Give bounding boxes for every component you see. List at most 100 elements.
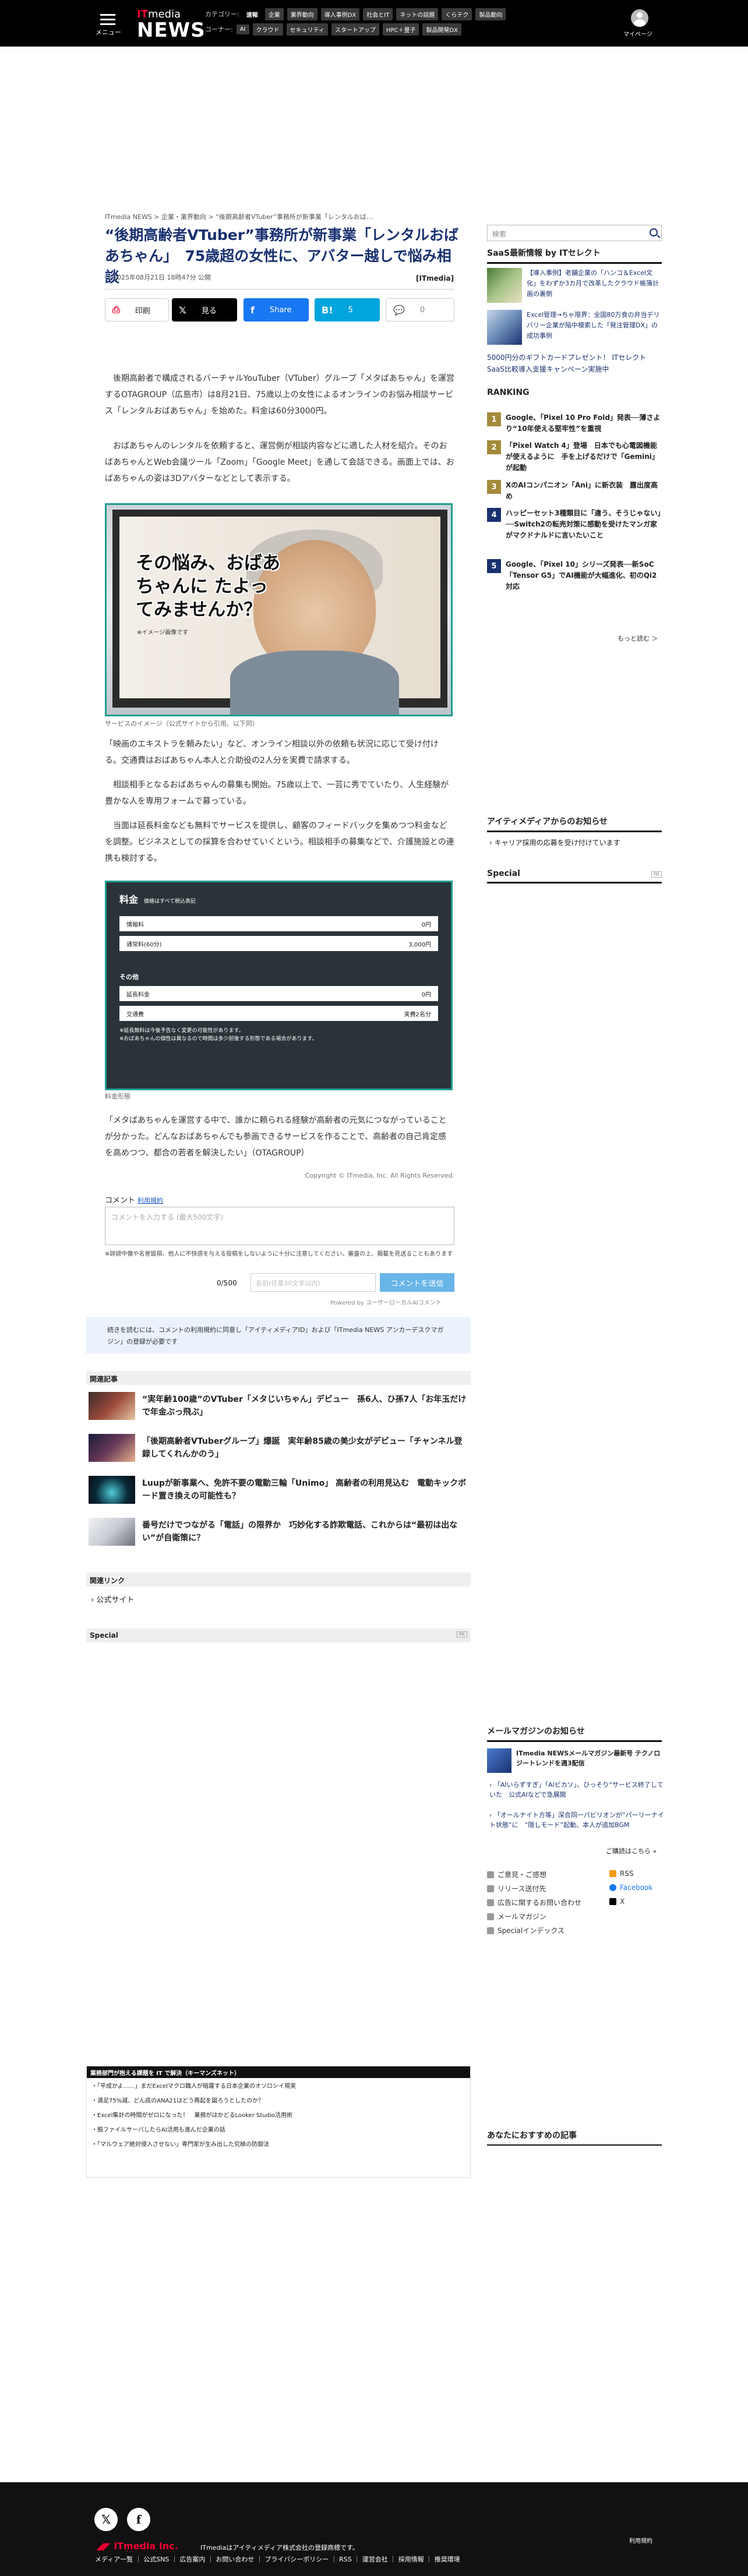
business-item[interactable]: ・脱ファイルサーバしたらAI活用も進んだ企業の話 [87,2122,470,2136]
rss-icon [609,1870,616,1877]
related-thumbnail [89,1434,135,1462]
ad-inquiry-link[interactable]: 広告に関するお問い合わせ [487,1897,581,1907]
related-article[interactable]: 番号だけでつながる「電話」の限界か 巧妙化する詐欺電話、これからは“最初は出ない… [89,1518,467,1546]
mailmag-item[interactable]: ITmedia NEWSメールマガジン最新号 テクノロジートレンドを週3配信 [487,1748,662,1773]
corner-chip[interactable]: スタートアップ [331,23,379,36]
mailmag-footer-link[interactable]: メールマガジン [487,1911,546,1921]
related-heading: 関連記事 [86,1371,471,1385]
business-item[interactable]: ・Excel集計の時間がゼロになった！ 業務がはかどるLooker Studio… [87,2107,470,2122]
terms-link[interactable]: 利用規約 [137,1197,163,1204]
comment-heading: コメント 利用規約 [105,1196,164,1205]
rss-link[interactable]: RSS [609,1870,634,1878]
related-article[interactable]: Luupが新事業へ、免許不要の電動三輪「Unimo」 高齢者の利用見込む 電動キ… [89,1476,467,1504]
mailmag-link[interactable]: › 「オールナイト方等」深合同一パビリオンが“パーリーナイト状態”に “隠しモー… [489,1810,664,1830]
search-input[interactable]: 検索 [487,225,662,241]
powered-by[interactable]: Powered by ユーザーローカルAIコメント [330,1298,442,1306]
feedback-link[interactable]: ご意見・ご感想 [487,1870,546,1879]
share-x-label: 見る [201,306,217,316]
ranking-item[interactable]: 3 XのAIコンパニオン「Ani」に新衣装 露出度高め [487,480,662,502]
category-chip[interactable]: 製品動向 [475,8,506,20]
release-link[interactable]: リリース送付先 [487,1884,546,1893]
search-icon[interactable] [650,228,658,236]
related-article[interactable]: 「後期高齢者VTuberグループ」爆誕 実年齢85歳の美少女がデビュー「チャンネ… [89,1434,467,1462]
site-logo[interactable]: ITmedia NEWS [137,8,206,40]
promo-link[interactable]: 5000円分のギフトカードプレゼント！ ITセレクトSaaS比較導入支援キャンペ… [487,352,662,375]
comment-count: 0 [419,305,425,315]
print-button[interactable]: ⎙ 印刷 [105,298,169,321]
ranking-item[interactable]: 4 ハッピーセット3種類目に「違う、そうじゃない」──Switch2の転売対策に感… [487,508,662,541]
special-index-link[interactable]: Specialインデックス [487,1925,564,1935]
ranking-item[interactable]: 5 Google、「Pixel 10」シリーズ発表──新SoC「Tensor G5… [487,559,662,592]
official-site-link[interactable]: › 公式サイト [91,1593,134,1605]
category-chip[interactable]: くらテク [442,8,472,20]
price-row: 延長料金 0円 [119,986,438,1001]
corner-chip[interactable]: AI [236,24,249,34]
category-chip[interactable]: 導入事例DX [320,8,360,20]
comment-rule: ※誹謗中傷や名誉毀損、他人に不快感を与える投稿をしないように十分に注意してくださ… [105,1251,453,1257]
laptop-illustration: その悩み、おばあちゃんに たよってみませんか？ ※イメージ画像です [112,510,447,715]
business-item[interactable]: ・「平成かよ……」まだExcelマクロ職人が暗躍する日本企業のオソロシイ現実 [87,2078,470,2093]
notice-item[interactable]: › キャリア採用の応募を受け付けています [489,838,620,847]
corner-nav: コーナー: AI クラウド セキュリティ スタートアップ HPC＋量子 製品開発… [205,23,465,36]
print-label: 印刷 [135,306,150,316]
corner-chip[interactable]: セキュリティ [286,23,328,36]
mailmag-subscribe-link[interactable]: ご購読はこちら » [606,1846,657,1856]
sidebar-special-heading: Special PR [487,869,662,884]
footer-links[interactable]: メディア一覧 ｜ 公式SNS ｜ 広告案内 ｜ お問い合わせ ｜ プライバシーポ… [95,2554,460,2564]
category-chip[interactable]: 速報 [242,8,262,20]
price-image[interactable]: 料金 価格はすべて税込表記 情報料 0円 通常料(60分) 3,000円 その他 延長… [105,881,453,1090]
facebook-icon [609,1884,616,1891]
hatena-icon: B! [322,304,333,316]
mailmag-title: ITmedia NEWSメールマガジン最新号 テクノロジートレンドを週3配信 [516,1750,661,1767]
saas-item[interactable]: Excel管理→ちゃ限界：全国80万食の弁当デリバリー企業が陥中模索した「発注管… [487,310,662,345]
publish-date-text: 2025年08月21日 18時47分 公開 [113,274,211,281]
hero-image[interactable]: その悩み、おばあちゃんに たよってみませんか？ ※イメージ画像です [105,503,453,716]
comment-input[interactable]: コメントを入力する (最大500文字) [105,1207,454,1245]
site-header: メニュー ITmedia NEWS カテゴリー: 速報 企業 業界動向 導入事例… [0,0,748,47]
terms-footer-link[interactable]: 利用規約 [629,2536,652,2545]
category-nav: カテゴリー: 速報 企業 業界動向 導入事例DX 社会とIT ネットの話題 くら… [205,8,509,20]
footer-logo[interactable]: ◢◤ ITmedia Inc. [96,2540,178,2552]
corner-chip[interactable]: 製品開発DX [422,23,462,36]
share-hatena-button[interactable]: B! 5 [315,298,380,321]
share-facebook-button[interactable]: f Share [244,298,309,321]
nickname-input[interactable]: 名前(任意30文字以内) [250,1273,376,1292]
share-facebook-label: Share [269,305,292,315]
business-item[interactable]: ・満足75%減、どん底のANA21はどう再起を図ろうとしたのか？ [87,2093,470,2107]
category-chip[interactable]: ネットの話題 [396,8,439,20]
pr-badge: PR [456,1631,467,1638]
mailmag-thumbnail [487,1748,511,1773]
breadcrumb[interactable]: ITmedia NEWS > 企業・業界動向 > “後期高齢者VTuber”事務… [105,212,373,221]
hatena-count: 5 [348,305,353,315]
related-article[interactable]: “実年齢100歳”のVTuber「メタじいちゃん」デビュー 孫6人、ひ孫7人「お… [89,1392,467,1420]
ranking-more-link[interactable]: もっと読む ＞ [618,634,658,643]
facebook-link[interactable]: Facebook [609,1884,652,1892]
ranking-item[interactable]: 1 Google、「Pixel 10 Pro Fold」発表──薄さより“10年使… [487,412,662,434]
saas-item[interactable]: 【導入事例】老舗企業の「ハンコ＆Excel文化」をわずか3カ月で改革したクラウド… [487,268,662,303]
article-paragraph: 「メタばあちゃんを運営する中で、誰かに頼られる経験が高齢者の元気につながっている… [105,1116,447,1158]
mailmag-heading: メールマガジンのお知らせ [487,1725,662,1742]
comments-button[interactable]: 💬 0 [386,298,454,321]
x-link[interactable]: X [609,1897,624,1906]
x-icon[interactable]: 𝕏 [94,2508,118,2531]
price-row: 情報料 0円 [119,916,438,931]
mail-icon [487,1871,494,1878]
comment-notice: 続きを読むには、コメントの利用規約に同意し「アイティメディアID」および「ITm… [86,1317,471,1354]
corner-chip[interactable]: クラウド [252,23,283,36]
category-chip[interactable]: 企業 [264,8,284,20]
ranking-title: XのAIコンパニオン「Ani」に新衣装 露出度高め [506,481,658,500]
business-heading: 業務部門が抱える課題を IT で解決（キーマンズネット） [87,2066,470,2078]
category-chip[interactable]: 社会とIT [363,8,393,20]
share-x-button[interactable]: 𝕏 見る [172,298,237,321]
mypage-button[interactable]: マイページ [623,9,652,38]
submit-comment-button[interactable]: コメントを送信 [380,1273,454,1292]
saas-heading: SaaS最新情報 by ITセレクト [487,247,662,264]
ranking-item[interactable]: 2 「Pixel Watch 4」登場 日本でも心電図機能が使えるように 手を上げ… [487,440,662,473]
business-item[interactable]: ・「マルウェア絶対侵入させない」専門家が生み出した究極の防御法 [87,2136,470,2151]
menu-icon[interactable] [100,14,115,26]
mailmag-link[interactable]: › 「AIいらずすぎ」「AIビカソ」、ひっそり“サービス終了していた 公式AIな… [489,1780,664,1800]
facebook-icon[interactable]: f [127,2508,150,2531]
category-chip[interactable]: 業界動向 [287,8,317,20]
corner-chip[interactable]: HPC＋量子 [382,23,419,36]
article-paragraph: おばあちゃんのレンタルを依頼すると、運営側が相談内容などに適した人材を紹介。その… [105,441,454,483]
